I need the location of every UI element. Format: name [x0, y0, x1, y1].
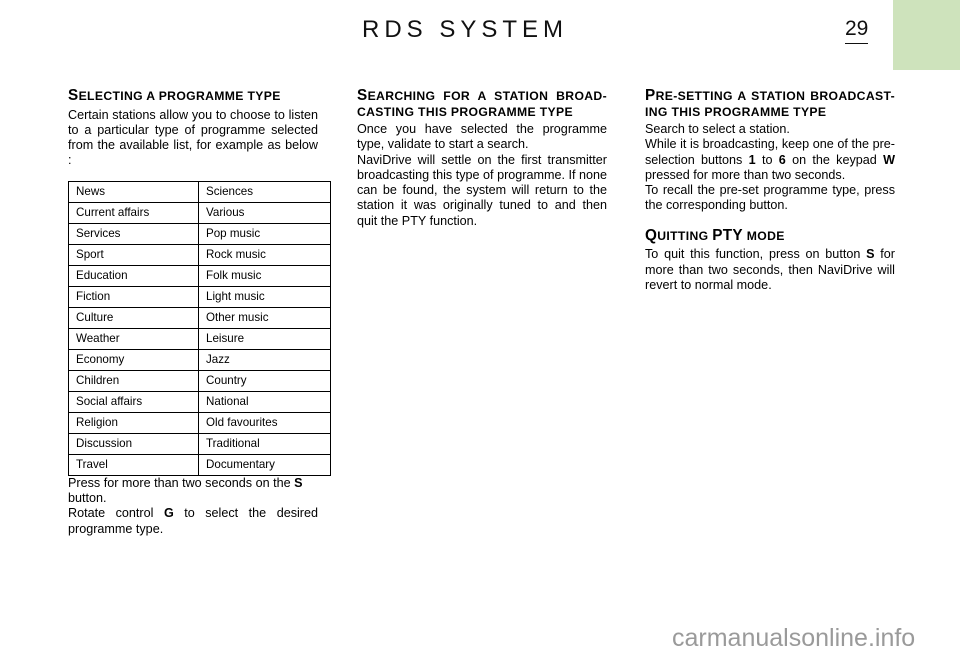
column-left: Selecting a programme type Certain stati…	[68, 88, 331, 537]
table-cell-programme-type: Traditional	[198, 432, 331, 455]
table-cell-programme-type: Children	[68, 369, 199, 392]
paragraph-search-to-select: Search to select a station.	[645, 122, 790, 136]
paragraph-press-button: Press for more than two seconds on the S…	[68, 476, 318, 507]
table-row: Services Pop music	[68, 222, 331, 245]
table-cell-programme-type: Old favourites	[198, 411, 331, 434]
table-row: Religion Old favourites	[68, 411, 331, 434]
while-text-e: pressed for more than two seconds.	[645, 167, 846, 182]
column-right: Pre-setting a station broadcast-ing this…	[645, 88, 895, 293]
preset-button-6: 6	[778, 152, 786, 167]
table-cell-programme-type: Religion	[68, 411, 199, 434]
table-cell-programme-type: Social affairs	[68, 390, 199, 413]
press-text-post: button.	[68, 490, 107, 505]
heading-rest: electing a programme type	[78, 89, 281, 103]
table-row: Social affairs National	[68, 390, 331, 413]
table-cell-programme-type: Sciences	[198, 180, 331, 203]
paragraph-once-selected: Once you have selected the programme typ…	[357, 122, 607, 152]
table-cell-programme-type: Sport	[68, 243, 199, 266]
table-row: Culture Other music	[68, 306, 331, 329]
heading-initial: P	[645, 87, 656, 104]
paragraph-rotate-control: Rotate control G to select the desired p…	[68, 506, 318, 537]
heading-rest-b: mode	[743, 228, 785, 243]
table-cell-programme-type: Folk music	[198, 264, 331, 287]
table-row: Children Country	[68, 369, 331, 392]
preset-button-1: 1	[748, 152, 756, 167]
paragraph-to-recall: To recall the pre-set programme type, pr…	[645, 183, 895, 213]
programme-type-table-body: News Sciences Current affairs Various Servic…	[68, 180, 331, 476]
table-row: Discussion Traditional	[68, 432, 331, 455]
heading-searching-for-a-station: Searching for a station broad-casting th…	[357, 88, 607, 120]
heading-initial: S	[357, 87, 368, 104]
watermark: carmanualsonline.info	[672, 624, 916, 652]
table-cell-programme-type: Culture	[68, 306, 199, 329]
table-row: Fiction Light music	[68, 285, 331, 308]
heading-rest: earching for a station broad-casting thi…	[357, 89, 607, 119]
table-cell-programme-type: Jazz	[198, 348, 331, 371]
page-number: 29	[845, 17, 869, 45]
control-label-g: G	[163, 506, 174, 521]
heading-quitting-pty-mode: Quitting PTY mode	[645, 228, 895, 245]
button-label-s: S	[294, 475, 303, 490]
while-text-d: on the keypad	[785, 152, 884, 167]
table-cell-programme-type: Other music	[198, 306, 331, 329]
quit-text-a: To quit this function, press on button	[645, 247, 867, 262]
table-row: Sport Rock music	[68, 243, 331, 266]
programme-type-table: News Sciences Current affairs Various Servic…	[68, 180, 331, 476]
button-label-s-quit: S	[866, 247, 875, 262]
table-cell-programme-type: Various	[198, 201, 331, 224]
table-cell-programme-type: Light music	[198, 285, 331, 308]
paragraph-intro: Certain stations allow you to choose to …	[68, 107, 318, 168]
column-middle: Searching for a station broad-casting th…	[357, 88, 607, 229]
press-text-pre: Press for more than two seconds on the	[68, 475, 295, 490]
table-cell-programme-type: National	[198, 390, 331, 413]
heading-pre-setting-a-station: Pre-setting a station broadcast-ing this…	[645, 88, 895, 120]
table-cell-programme-type: Education	[68, 264, 199, 287]
heading-initial: S	[68, 87, 79, 104]
paragraph-while-broadcasting: While it is broadcasting, keep one of th…	[645, 137, 895, 183]
table-cell-programme-type: Current affairs	[68, 201, 199, 224]
table-cell-programme-type: News	[68, 180, 199, 203]
table-cell-programme-type: Fiction	[68, 285, 199, 308]
table-cell-programme-type: Country	[198, 369, 331, 392]
table-cell-programme-type: Discussion	[68, 432, 199, 455]
table-row: News Sciences	[68, 180, 331, 203]
table-row: Weather Leisure	[68, 327, 331, 350]
page-title: RDS SYSTEM	[362, 16, 569, 43]
table-cell-programme-type: Pop music	[198, 222, 331, 245]
table-row: Travel Documentary	[68, 453, 331, 476]
paragraph-to-quit: To quit this function, press on button S…	[645, 247, 895, 293]
page-header: RDS SYSTEM 29	[0, 16, 960, 56]
heading-initial: Q	[645, 226, 658, 244]
table-cell-programme-type: Services	[68, 222, 199, 245]
table-cell-programme-type: Leisure	[198, 327, 331, 350]
while-text-c: to	[755, 152, 779, 167]
table-cell-programme-type: Travel	[68, 453, 199, 476]
table-cell-programme-type: Weather	[68, 327, 199, 350]
heading-rest-a: uitting	[657, 228, 713, 243]
heading-rest: re-setting a station broadcast-ing this …	[645, 89, 895, 119]
keypad-label-w: W	[883, 152, 895, 167]
table-row: Current affairs Various	[68, 201, 331, 224]
table-cell-programme-type: Economy	[68, 348, 199, 371]
table-cell-programme-type: Rock music	[198, 243, 331, 266]
table-row: Economy Jazz	[68, 348, 331, 371]
heading-selecting-a-programme-type: Selecting a programme type	[68, 88, 318, 105]
table-cell-programme-type: Documentary	[198, 453, 331, 476]
table-row: Education Folk music	[68, 264, 331, 287]
heading-acronym-pty: PTY	[712, 226, 743, 244]
paragraph-navidrive-settle: NaviDrive will settle on the first trans…	[357, 152, 607, 228]
rotate-text-pre: Rotate control	[68, 506, 164, 521]
